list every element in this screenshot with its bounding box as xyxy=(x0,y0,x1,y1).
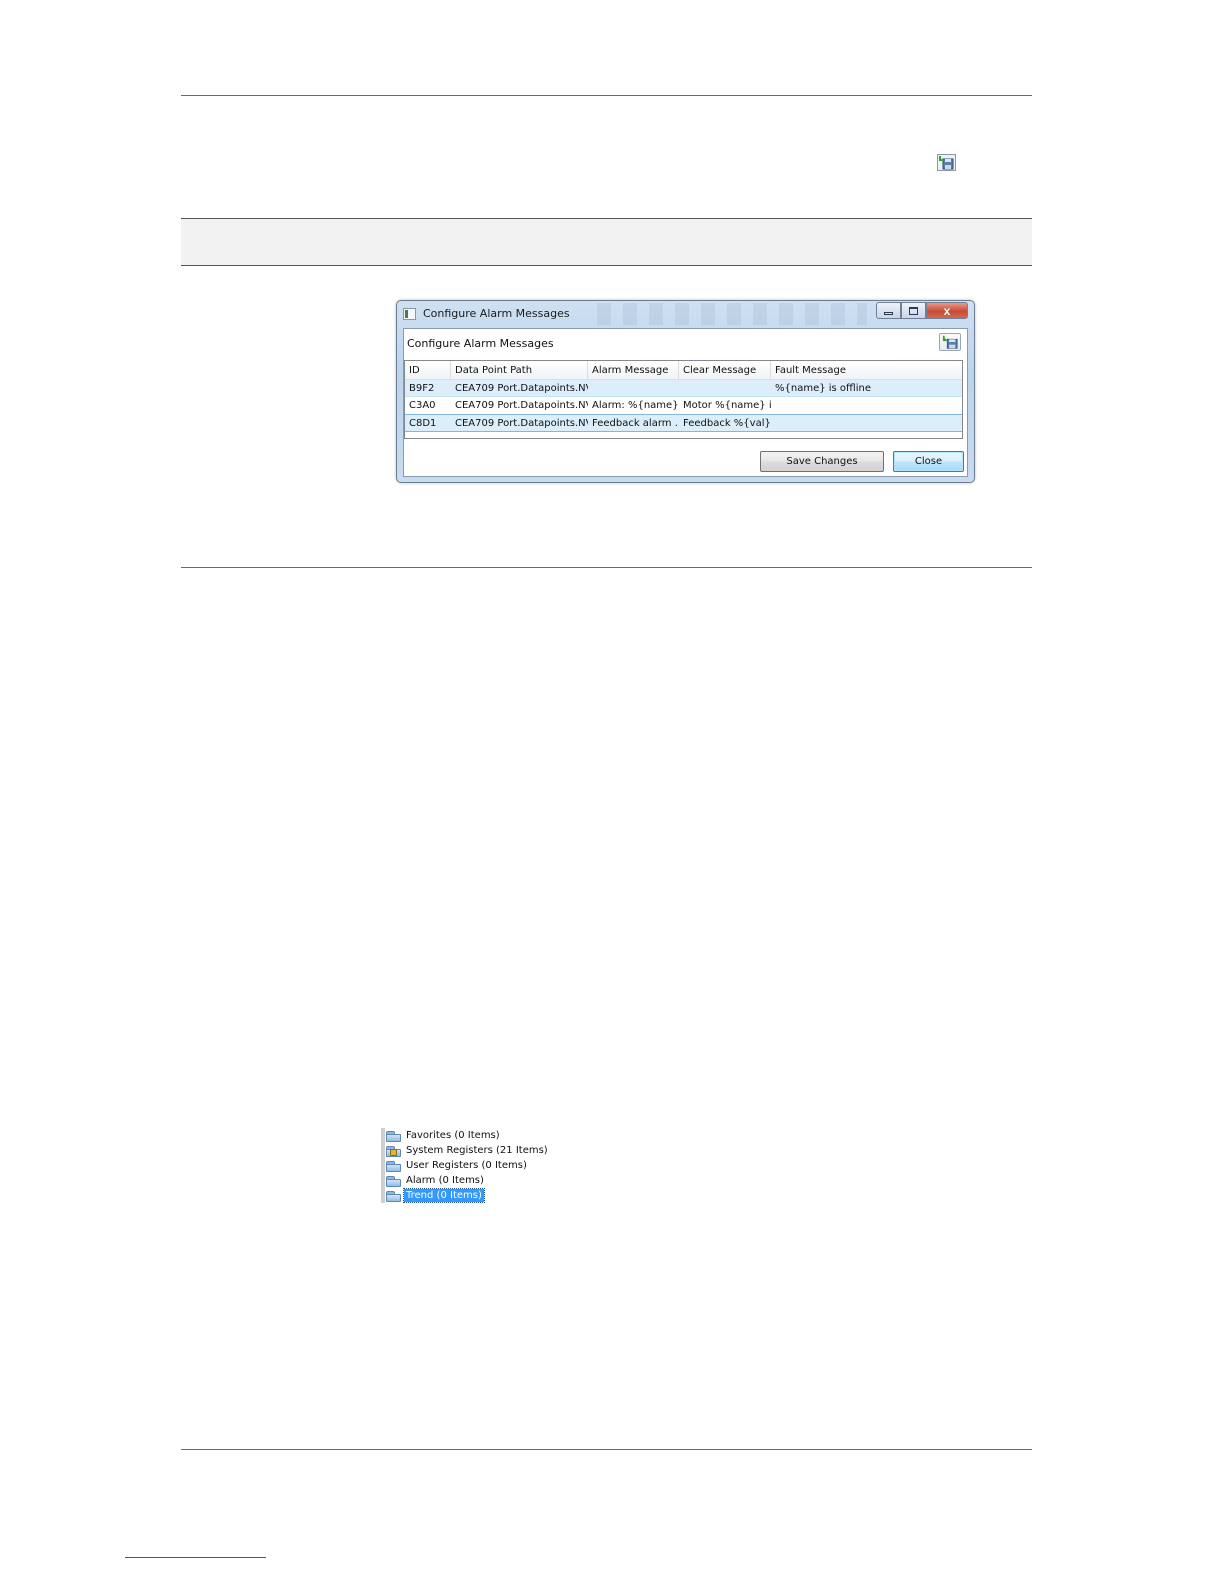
tree-item-label: Alarm (0 Items) xyxy=(406,1175,484,1186)
column-header-clear[interactable]: Clear Message xyxy=(679,361,771,379)
cell-id: C8D1 xyxy=(409,418,437,429)
background-blur xyxy=(597,303,867,325)
save-changes-icon xyxy=(937,154,956,171)
cell-alarm[interactable]: Feedback alarm ... xyxy=(588,415,679,432)
minimize-button[interactable] xyxy=(876,302,901,319)
close-icon: x xyxy=(943,303,951,318)
column-header-alarm[interactable]: Alarm Message xyxy=(588,361,679,379)
tree-connector xyxy=(381,1188,385,1203)
tree-connector xyxy=(381,1158,385,1173)
cell-clear[interactable] xyxy=(679,380,771,397)
cell-path: CEA709 Port.Datapoints.NV... xyxy=(455,383,588,394)
tree-connector xyxy=(381,1143,385,1158)
dialog-titlebar: Configure Alarm Messages x xyxy=(397,301,974,327)
dialog-heading: Configure Alarm Messages xyxy=(407,337,554,350)
window-app-icon xyxy=(403,308,416,320)
maximize-icon xyxy=(909,306,918,315)
cell-clear[interactable]: Motor %{name} is... xyxy=(679,397,771,414)
cell-clear[interactable]: Feedback %{val} o... xyxy=(679,415,771,432)
folder-icon xyxy=(386,1160,401,1172)
tree-item-user-registers[interactable]: User Registers (0 Items) xyxy=(381,1158,581,1173)
register-tree: Favorites (0 Items) System Registers (21… xyxy=(381,1128,581,1203)
dialog-title: Configure Alarm Messages xyxy=(423,307,570,320)
note-band xyxy=(181,218,1032,266)
tree-item-label: User Registers (0 Items) xyxy=(406,1160,527,1171)
save-toolbar-button[interactable] xyxy=(939,333,961,351)
column-header-fault[interactable]: Fault Message xyxy=(771,361,962,379)
tree-item-label: Favorites (0 Items) xyxy=(406,1130,500,1141)
save-changes-button[interactable]: Save Changes xyxy=(760,451,884,472)
tree-item-label: System Registers (21 Items) xyxy=(406,1145,548,1156)
table-row[interactable]: B9F2 CEA709 Port.Datapoints.NV... %{name… xyxy=(405,379,962,397)
tree-connector xyxy=(381,1173,385,1188)
folder-icon xyxy=(386,1190,401,1202)
cell-path: CEA709 Port.Datapoints.NV... xyxy=(455,400,588,411)
footer-link-underline[interactable] xyxy=(125,1557,266,1558)
column-header-id[interactable]: ID xyxy=(405,361,451,379)
tree-item-favorites[interactable]: Favorites (0 Items) xyxy=(381,1128,581,1143)
minimize-icon xyxy=(884,311,893,315)
save-icon xyxy=(942,335,958,349)
cell-fault[interactable] xyxy=(771,415,962,432)
tree-connector xyxy=(381,1128,385,1143)
section-rule xyxy=(181,567,1032,568)
window-controls: x xyxy=(876,302,968,320)
tree-item-trend[interactable]: Trend (0 Items) xyxy=(381,1188,581,1203)
cell-id: B9F2 xyxy=(409,383,435,394)
bottom-rule xyxy=(181,1449,1032,1450)
column-header-path[interactable]: Data Point Path xyxy=(451,361,588,379)
cell-id: C3A0 xyxy=(409,400,436,411)
table-header: ID Data Point Path Alarm Message Clear M… xyxy=(405,361,962,380)
folder-icon xyxy=(386,1130,401,1142)
maximize-button[interactable] xyxy=(901,302,926,319)
top-rule xyxy=(181,95,1032,96)
table-row[interactable]: C8D1 CEA709 Port.Datapoints.NV... Feedba… xyxy=(405,414,962,432)
close-button[interactable]: Close xyxy=(893,451,964,472)
table-row[interactable]: C3A0 CEA709 Port.Datapoints.NV... Alarm:… xyxy=(405,397,962,415)
dialog-client: Configure Alarm Messages ID Data Point P… xyxy=(403,328,968,477)
alarm-messages-table: ID Data Point Path Alarm Message Clear M… xyxy=(404,360,963,439)
locked-folder-icon xyxy=(386,1145,401,1157)
configure-alarm-messages-dialog: Configure Alarm Messages x Configure Ala… xyxy=(396,300,975,483)
cell-fault[interactable] xyxy=(771,397,962,414)
window-close-button[interactable]: x xyxy=(926,302,968,319)
tree-item-alarm[interactable]: Alarm (0 Items) xyxy=(381,1173,581,1188)
cell-path: CEA709 Port.Datapoints.NV... xyxy=(455,418,588,429)
cell-alarm[interactable] xyxy=(588,380,679,397)
tree-item-system-registers[interactable]: System Registers (21 Items) xyxy=(381,1143,581,1158)
cell-fault[interactable]: %{name} is offline xyxy=(771,380,962,397)
tree-item-label: Trend (0 Items) xyxy=(403,1188,485,1203)
cell-alarm[interactable]: Alarm: %{name} is... xyxy=(588,397,679,414)
folder-icon xyxy=(386,1175,401,1187)
